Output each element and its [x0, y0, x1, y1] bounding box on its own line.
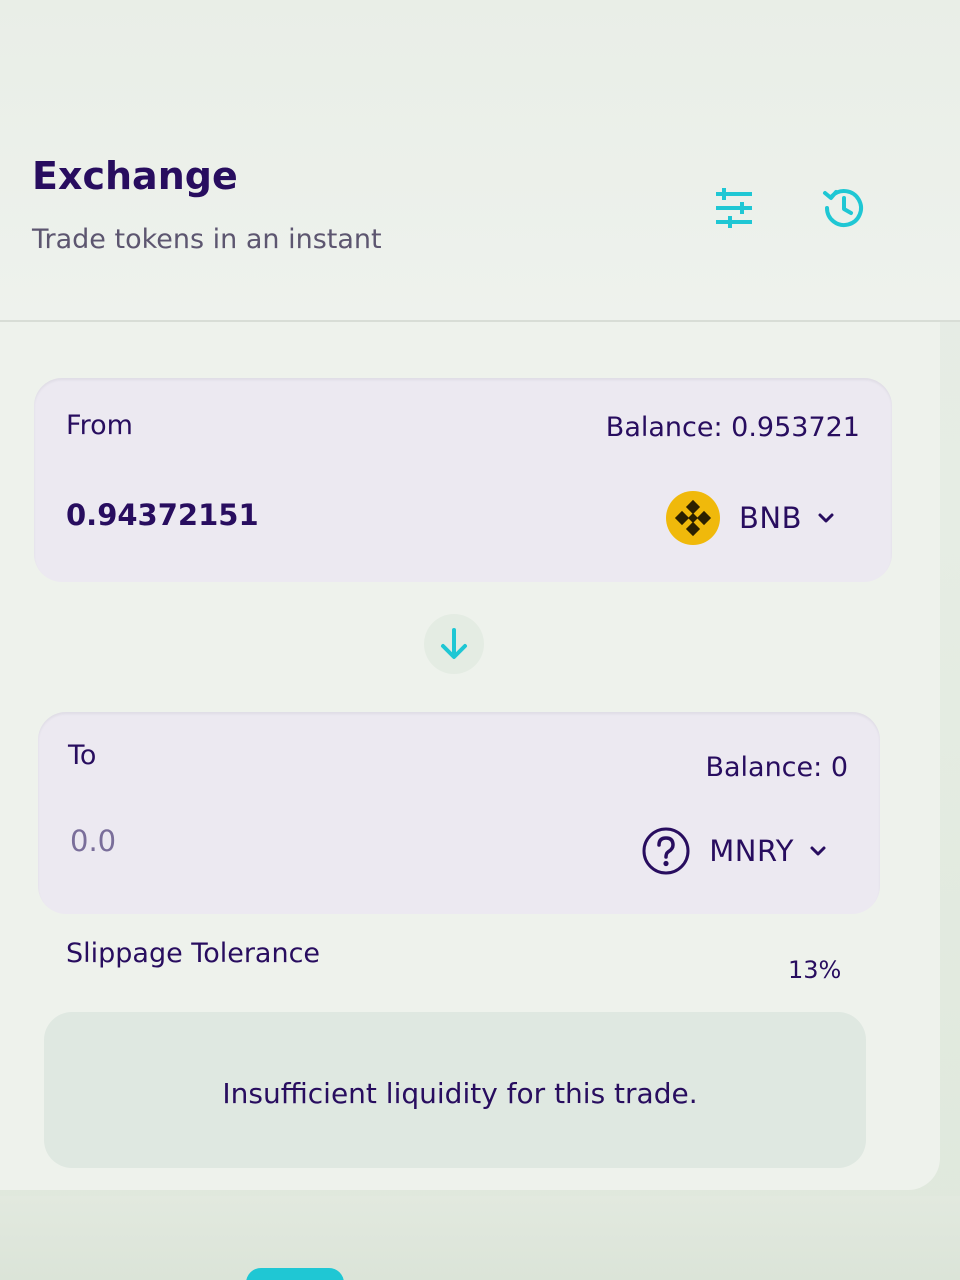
history-clock-icon [823, 189, 863, 228]
from-panel: From Balance: 0.953721 0.94372151 BNB [34, 378, 892, 582]
to-balance: Balance: 0 [705, 752, 848, 783]
slippage-value: 13% [788, 956, 842, 984]
page-title: Exchange [32, 154, 238, 198]
exchange-card: Exchange Trade tokens in an instant From… [0, 0, 960, 1190]
to-panel: To Balance: 0 0.0 MNRY [38, 712, 880, 914]
settings-sliders-icon [716, 188, 752, 228]
question-circle-icon [642, 827, 690, 875]
from-label: From [66, 410, 133, 441]
insufficient-liquidity-button[interactable]: Insufficient liquidity for this trade. [44, 1012, 866, 1168]
bnb-logo-icon [666, 491, 721, 545]
bottom-action-pill[interactable] [246, 1268, 344, 1280]
arrow-down-icon [441, 628, 467, 659]
to-label: To [68, 740, 97, 771]
bottom-area [0, 1196, 960, 1280]
exchange-header: Exchange Trade tokens in an instant [0, 0, 960, 322]
error-message: Insufficient liquidity for this trade. [222, 1076, 698, 1110]
from-balance: Balance: 0.953721 [605, 412, 860, 443]
chevron-down-icon [810, 846, 826, 856]
slippage-label: Slippage Tolerance [66, 938, 321, 969]
from-token-select[interactable]: BNB [665, 490, 836, 546]
to-token-name: MNRY [709, 834, 794, 868]
to-token-select[interactable]: MNRY [641, 826, 828, 876]
history-button[interactable] [816, 180, 872, 236]
settings-button[interactable] [706, 180, 762, 236]
switch-tokens-button[interactable] [424, 614, 484, 674]
to-amount-input[interactable]: 0.0 [70, 824, 116, 858]
from-token-name: BNB [739, 501, 802, 535]
from-amount-input[interactable]: 0.94372151 [66, 498, 259, 532]
chevron-down-icon [818, 513, 834, 523]
page-subtitle: Trade tokens in an instant [32, 224, 382, 255]
